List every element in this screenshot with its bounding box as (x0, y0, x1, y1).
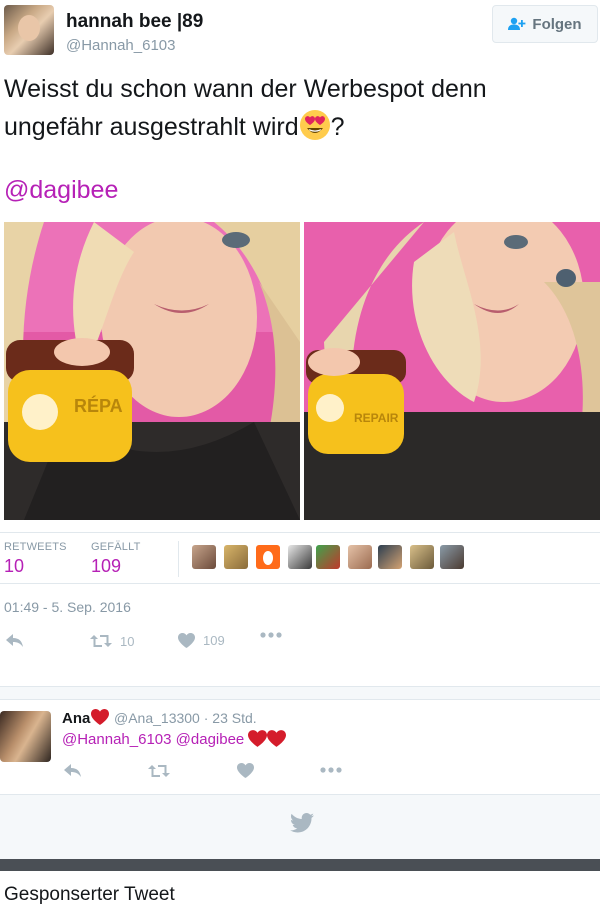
reply-tweet[interactable]: Ana @Ana_13300 · 23 Std. @Hannah_6103 @d… (0, 699, 600, 795)
reply-name-text: Ana (62, 710, 91, 727)
liker-avatar[interactable] (316, 545, 340, 569)
follow-label: Folgen (532, 15, 582, 33)
liker-avatar[interactable] (224, 545, 248, 569)
tweet-text-line1: Weisst du schon wann der Werbespot denn (4, 75, 487, 103)
reply-time[interactable]: 23 Std. (212, 710, 256, 726)
reply-icon (64, 764, 81, 777)
liker-avatar[interactable] (192, 545, 216, 569)
liker-avatar[interactable] (378, 545, 402, 569)
tweet-text-line2: ungefähr ausgestrahlt wird (4, 113, 299, 141)
avatar[interactable] (0, 711, 51, 762)
screen-name[interactable]: @Hannah_6103 (66, 37, 175, 54)
more-button[interactable] (260, 632, 282, 638)
retweets-label: RETWEETS (4, 541, 67, 553)
sponsored-heading: Gesponserter Tweet (4, 884, 175, 905)
reply-screen-name[interactable]: @Ana_13300 (114, 710, 200, 726)
reply-text: @Hannah_6103 @dagibee (62, 730, 287, 748)
heart-icon (178, 633, 195, 648)
meta-separator: · (203, 710, 209, 726)
liker-avatar[interactable] (348, 545, 372, 569)
section-divider (0, 686, 600, 700)
svg-text:REPAIR: REPAIR (354, 411, 399, 425)
liker-avatar[interactable] (256, 545, 280, 569)
reply-meta: @Ana_13300 · 23 Std. (114, 710, 257, 726)
reply-mention-1[interactable]: @Hannah_6103 (62, 731, 171, 748)
tweet-text: Weisst du schon wann der Werbespot denn … (4, 70, 594, 146)
reply-actions (0, 759, 600, 785)
reply-mention-2[interactable]: @dagibee (176, 731, 245, 748)
tweet-photo-1[interactable]: RÉPA (4, 222, 300, 520)
tweet-text-end: ? (330, 113, 345, 141)
heart-emoji-icon (91, 709, 110, 725)
liker-avatar[interactable] (410, 545, 434, 569)
svg-text:RÉPA: RÉPA (74, 395, 123, 416)
more-icon (260, 632, 282, 638)
more-button[interactable] (320, 767, 342, 773)
stats-divider (178, 541, 179, 577)
heart-emoji-icon (248, 730, 268, 747)
timeline-footer (0, 795, 600, 859)
liker-avatar[interactable] (288, 545, 312, 569)
tweet-timestamp[interactable]: 01:49 - 5. Sep. 2016 (4, 599, 131, 615)
more-icon (320, 767, 342, 773)
reply-button[interactable] (6, 634, 24, 648)
heart-eyes-emoji-icon (299, 109, 331, 141)
tweet-actions: 10 109 (0, 628, 600, 656)
liker-avatar[interactable] (440, 545, 464, 569)
twitter-bird-icon[interactable] (290, 813, 314, 833)
reply-button[interactable] (64, 764, 82, 778)
retweets-count[interactable]: 10 (4, 556, 24, 577)
like-count: 109 (203, 633, 225, 648)
heart-icon (237, 763, 254, 778)
reply-display-name[interactable]: Ana (62, 709, 110, 727)
reply-icon (6, 634, 23, 647)
tweet-stats: RETWEETS 10 GEFÄLLT 109 (0, 532, 600, 584)
follow-button[interactable]: Folgen (492, 5, 598, 43)
likes-count[interactable]: 109 (91, 556, 121, 577)
mention-link[interactable]: @dagibee (4, 176, 118, 205)
retweet-count: 10 (120, 633, 135, 649)
section-bar (0, 859, 600, 871)
retweet-button[interactable]: 10 (90, 633, 134, 649)
avatar[interactable] (4, 5, 54, 55)
retweet-icon (148, 765, 170, 777)
retweet-icon (90, 635, 112, 647)
heart-emoji-icon (267, 730, 287, 747)
retweet-button[interactable] (148, 763, 170, 779)
like-button[interactable]: 109 (178, 633, 225, 648)
display-name[interactable]: hannah bee |89 (66, 11, 203, 33)
add-user-icon (508, 17, 526, 31)
like-button[interactable] (237, 763, 254, 778)
likes-label: GEFÄLLT (91, 541, 141, 553)
tweet-photo-2[interactable]: REPAIR (304, 222, 600, 520)
tweet-header: hannah bee |89 @Hannah_6103 Folgen (0, 0, 600, 62)
